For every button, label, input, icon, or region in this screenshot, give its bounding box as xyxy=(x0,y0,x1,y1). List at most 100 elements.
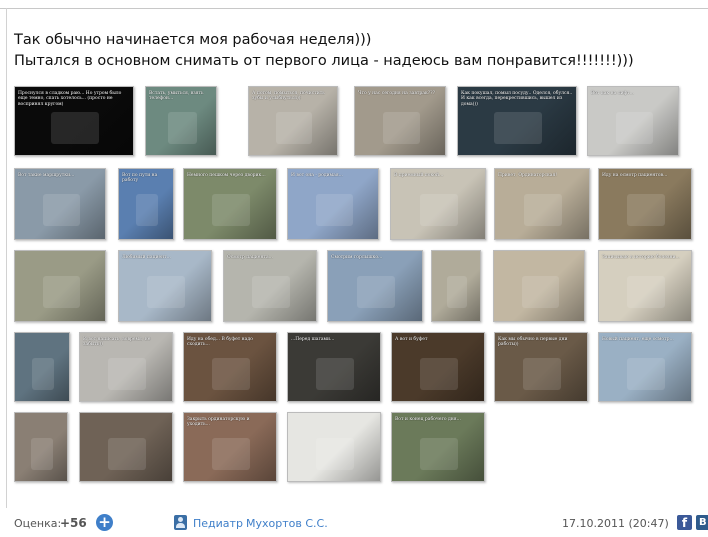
author-name-link[interactable]: Мухортов С.С. xyxy=(246,517,328,530)
photo-content-shape xyxy=(627,358,665,390)
photo-caption: Иду на обед... В буфет надо сходить... xyxy=(187,337,253,348)
top-divider xyxy=(0,8,708,9)
photo-gallery: Проснулся в сладком раю... Но утром было… xyxy=(14,86,694,486)
photo-thumbnail[interactable]: Закрыть ординаторскую и уходить... xyxy=(183,412,277,482)
photo-caption: Встать, умыться, взять телефон... xyxy=(149,91,204,102)
photo-caption: Как мы обычно в первые дни работы)) xyxy=(498,337,568,348)
photo-content-shape xyxy=(252,276,290,308)
rating-label: Оценка: xyxy=(14,517,62,530)
photo-caption: Осмотр пациента... xyxy=(227,255,273,260)
photo-thumbnail[interactable] xyxy=(287,412,381,482)
post-title-line-2: Пытался в основном снимать от первого ли… xyxy=(14,53,634,69)
left-divider xyxy=(6,8,7,508)
photo-content-shape xyxy=(420,358,458,390)
photo-thumbnail[interactable]: Вот и конец рабочего дня... xyxy=(391,412,485,482)
vk-share-icon[interactable]: В xyxy=(696,515,708,530)
photo-thumbnail[interactable]: Иду на осмотр пациентов... xyxy=(598,168,692,240)
photo-caption: А потом, помыться, почистить зубы и улыб… xyxy=(252,91,325,102)
photo-caption: ...Перед шагами... xyxy=(291,337,335,342)
photo-thumbnail[interactable]: Привет, Ординаторская! xyxy=(494,168,590,240)
photo-content-shape xyxy=(627,276,665,308)
photo-content-shape xyxy=(43,194,80,226)
photo-thumbnail[interactable]: Как покушал, помыл посуду.. Оделся, обул… xyxy=(457,86,577,156)
photo-thumbnail[interactable] xyxy=(79,412,173,482)
photo-caption: Что у нас сегодня на завтрак??? xyxy=(358,91,435,96)
photo-caption: Любимый пациент... xyxy=(122,255,171,260)
photo-thumbnail[interactable]: Любимый пациент... xyxy=(118,250,212,322)
photo-content-shape xyxy=(383,112,420,144)
photo-content-shape xyxy=(447,276,467,308)
photo-caption: Вот и конец рабочего дня... xyxy=(395,417,461,422)
photo-content-shape xyxy=(494,112,542,144)
photo-thumbnail[interactable] xyxy=(14,250,106,322)
photo-content-shape xyxy=(136,194,158,226)
post-frame: Так обычно начинается моя рабочая неделя… xyxy=(0,0,708,537)
photo-content-shape xyxy=(147,276,185,308)
photo-thumbnail[interactable]: Вот такие маршрутки... xyxy=(14,168,106,240)
photo-thumbnail[interactable]: Вот как на лифт... xyxy=(587,86,679,156)
photo-caption: Иду на осмотр пациентов... xyxy=(602,173,668,178)
photo-content-shape xyxy=(616,112,653,144)
photo-thumbnail[interactable]: Новый пациент, еще осмотр... xyxy=(598,332,692,402)
photo-thumbnail[interactable] xyxy=(431,250,481,322)
photo-thumbnail[interactable] xyxy=(14,412,68,482)
facebook-share-icon[interactable]: f xyxy=(677,515,692,530)
photo-caption: Вот как на лифт... xyxy=(591,91,634,96)
photo-caption: В приемный покой... xyxy=(394,173,444,178)
photo-thumbnail[interactable]: А вот и буфет xyxy=(391,332,485,402)
photo-thumbnail[interactable]: И вот она - родимая... xyxy=(287,168,379,240)
photo-caption: И вот написать, вовремя, не забыть)) xyxy=(83,337,151,348)
photo-caption: А вот и буфет xyxy=(395,337,428,342)
photo-content-shape xyxy=(316,438,354,470)
photo-content-shape xyxy=(108,358,146,390)
photo-content-shape xyxy=(524,194,562,226)
photo-thumbnail[interactable]: Осмотр пациента... xyxy=(223,250,317,322)
photo-thumbnail[interactable]: Вот по пути на работу xyxy=(118,168,174,240)
post-title-line-1: Так обычно начинается моя рабочая неделя… xyxy=(14,32,372,48)
photo-content-shape xyxy=(212,358,250,390)
photo-caption: Закрыть ординаторскую и уходить... xyxy=(187,417,250,428)
photo-thumbnail[interactable]: Проснулся в сладком раю... Но утром было… xyxy=(14,86,134,156)
photo-thumbnail[interactable] xyxy=(493,250,585,322)
photo-caption: Записываю в историю болезни... xyxy=(602,255,680,260)
photo-content-shape xyxy=(212,194,250,226)
photo-caption: Вот такие маршрутки... xyxy=(18,173,75,178)
author-icon xyxy=(174,515,187,530)
post-date: 17.10.2011 (20:47) xyxy=(562,517,669,530)
photo-thumbnail[interactable]: И вот написать, вовремя, не забыть)) xyxy=(79,332,173,402)
photo-content-shape xyxy=(276,112,312,144)
photo-thumbnail[interactable]: Смотрим горлышко... xyxy=(327,250,423,322)
photo-thumbnail[interactable]: А потом, помыться, почистить зубы и улыб… xyxy=(248,86,338,156)
photo-thumbnail[interactable]: Встать, умыться, взять телефон... xyxy=(145,86,217,156)
photo-content-shape xyxy=(316,194,353,226)
photo-thumbnail[interactable]: В приемный покой... xyxy=(390,168,486,240)
photo-caption: И вот она - родимая... xyxy=(291,173,343,178)
post-footer: Оценка: +56 + Педиатр Мухортов С.С. 17.1… xyxy=(0,510,708,537)
vote-plus-button[interactable]: + xyxy=(96,514,113,531)
photo-caption: Привет, Ординаторская! xyxy=(498,173,558,178)
photo-content-shape xyxy=(316,358,354,390)
photo-content-shape xyxy=(108,438,146,470)
photo-thumbnail[interactable]: Иду на обед... В буфет надо сходить... xyxy=(183,332,277,402)
photo-content-shape xyxy=(420,194,458,226)
photo-thumbnail[interactable]: Что у нас сегодня на завтрак??? xyxy=(354,86,446,156)
photo-content-shape xyxy=(168,112,197,144)
author-role-link[interactable]: Педиатр xyxy=(193,517,243,530)
photo-thumbnail[interactable]: Записываю в историю болезни... xyxy=(598,250,692,322)
photo-content-shape xyxy=(51,112,99,144)
photo-content-shape xyxy=(357,276,395,308)
photo-caption: Немного пешком через дворик... xyxy=(187,173,266,178)
photo-thumbnail[interactable]: Немного пешком через дворик... xyxy=(183,168,277,240)
photo-content-shape xyxy=(523,358,561,390)
photo-caption: Новый пациент, еще осмотр... xyxy=(602,337,674,342)
photo-caption: Проснулся в сладком раю... Но утром было… xyxy=(18,91,122,107)
photo-thumbnail[interactable] xyxy=(14,332,70,402)
photo-content-shape xyxy=(420,438,458,470)
photo-caption: Смотрим горлышко... xyxy=(331,255,383,260)
photo-content-shape xyxy=(43,276,80,308)
photo-thumbnail[interactable]: ...Перед шагами... xyxy=(287,332,381,402)
photo-thumbnail[interactable]: Как мы обычно в первые дни работы)) xyxy=(494,332,588,402)
photo-content-shape xyxy=(522,276,559,308)
photo-caption: Как покушал, помыл посуду.. Оделся, обул… xyxy=(461,91,573,107)
photo-content-shape xyxy=(32,358,54,390)
